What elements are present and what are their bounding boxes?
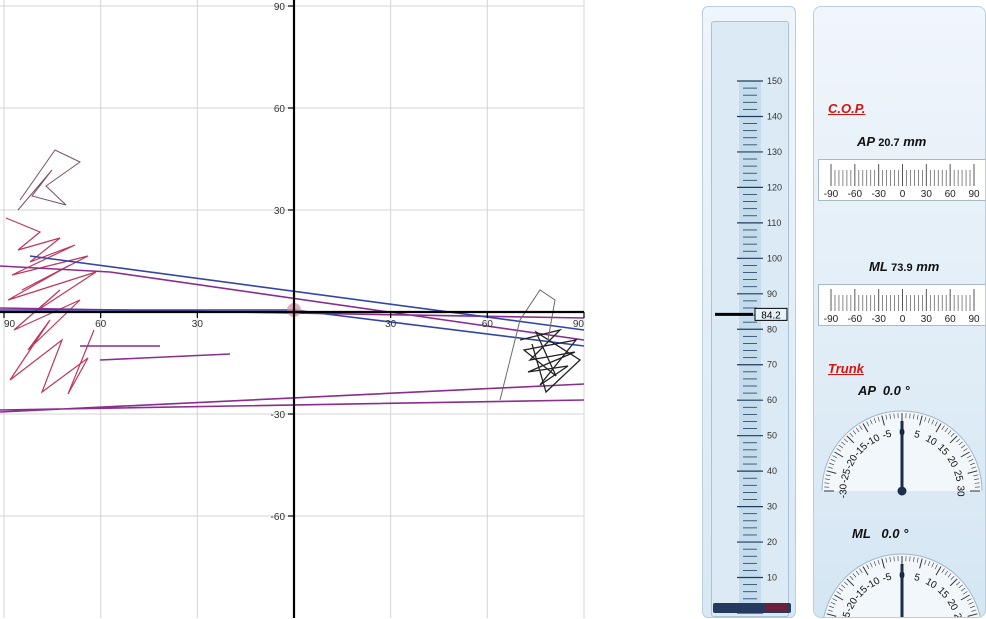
x-tick-label: 30 <box>385 319 397 330</box>
trunk-ml-label: ML <box>852 526 871 541</box>
gauge-tick-label: 70 <box>767 360 777 370</box>
gauge-tick-label: 110 <box>767 218 781 228</box>
y-tick-label: -30 <box>271 410 286 421</box>
gauge-tick-label: 120 <box>767 182 782 192</box>
ruler-label: 30 <box>921 314 933 325</box>
cop-ml-value: 73.9 <box>891 262 912 274</box>
gauge-tick-label: 10 <box>767 573 777 583</box>
cop-ap-label: AP <box>857 134 875 149</box>
vertical-gauge-scale: 150 140 130 120 110 100 90 80 70 60 50 40 30 20 10 84.… <box>703 7 797 619</box>
gauge-scale-band <box>739 81 761 613</box>
trunk-ap-value: 0.0 <box>883 383 901 398</box>
gauge-value-label: 84.2 <box>761 310 781 321</box>
ruler-label: 90 <box>968 314 980 325</box>
ruler-label: 60 <box>945 189 957 200</box>
ruler-label: -90 <box>824 189 839 200</box>
trunk-ap-readout: AP 0.0 ° <box>858 383 910 398</box>
dial-label: 30 <box>954 485 965 497</box>
trunk-header: Trunk <box>828 361 864 376</box>
ruler-label: -90 <box>824 314 839 325</box>
gauge-tick-label: 130 <box>767 147 782 157</box>
trunk-ml-value: 0.0 <box>881 526 899 541</box>
cop-ml-unit: mm <box>916 259 939 274</box>
ruler-label: -60 <box>848 314 863 325</box>
gauge-bottom-indicator <box>765 604 787 612</box>
cop-header: C.O.P. <box>828 101 865 116</box>
trajectory-plot: 90 60 30 -30 -60 90 60 30 30 60 90 <box>0 0 600 618</box>
cop-ml-readout: ML 73.9 mm <box>869 259 939 274</box>
gauge-tick-label: 90 <box>767 289 777 299</box>
cop-ap-value: 20.7 <box>878 137 899 149</box>
gauge-tick-label: 40 <box>767 466 777 476</box>
vertical-gauge-panel: 150 140 130 120 110 100 90 80 70 60 50 40 30 20 10 84.… <box>702 6 796 618</box>
ruler-label: 30 <box>921 189 933 200</box>
trunk-ml-readout: ML 0.0 ° <box>852 526 908 541</box>
ruler-label: -30 <box>871 189 886 200</box>
trunk-ap-label: AP <box>858 383 876 398</box>
dial-hub <box>898 487 907 496</box>
y-tick-label: 30 <box>274 206 286 217</box>
ruler-label: -60 <box>848 189 863 200</box>
gauge-tick-label: 100 <box>767 253 782 263</box>
ruler-label: 0 <box>900 314 906 325</box>
y-tick-label: 60 <box>274 104 286 115</box>
trunk-ap-dial: -30-25-20-15-10-5051015202530 <box>818 399 986 499</box>
ruler-label: -30 <box>871 314 886 325</box>
gauge-tick-label: 140 <box>767 111 782 121</box>
cop-ml-ruler: -90 -60 -30 0 30 60 90 <box>818 284 986 326</box>
gauge-tick-label: 30 <box>767 502 777 512</box>
cop-ml-label: ML <box>869 259 888 274</box>
cop-ap-ruler: -90 -60 -30 0 30 60 90 <box>818 159 986 201</box>
dial-label: -30 <box>839 483 850 498</box>
trunk-ml-unit: ° <box>903 526 908 541</box>
x-tick-label: 30 <box>192 319 204 330</box>
ruler-label: 60 <box>945 314 957 325</box>
cop-ap-readout: AP 20.7 mm <box>857 134 926 149</box>
y-tick-label: 90 <box>274 2 286 13</box>
gauge-tick-label: 80 <box>767 324 777 334</box>
x-tick-label: 90 <box>573 319 585 330</box>
gauge-tick-label: 20 <box>767 537 777 547</box>
x-tick-label: 60 <box>95 319 107 330</box>
ruler-label: 0 <box>900 189 906 200</box>
trunk-ml-dial: -30-25-20-15-10-5051015202530 <box>818 542 986 618</box>
cop-ap-unit: mm <box>903 134 926 149</box>
x-tick-label: 90 <box>4 319 16 330</box>
gauge-tick-label: 60 <box>767 395 777 405</box>
x-tick-label: 60 <box>482 319 494 330</box>
y-tick-label: -60 <box>271 512 286 523</box>
trunk-ap-unit: ° <box>905 383 910 398</box>
gauge-tick-label: 150 <box>767 76 782 86</box>
readout-panel: C.O.P. AP 20.7 mm -90 -60 -30 0 30 60 90 ML 73… <box>813 6 986 618</box>
ruler-label: 90 <box>968 189 980 200</box>
gauge-tick-label: 50 <box>767 431 777 441</box>
